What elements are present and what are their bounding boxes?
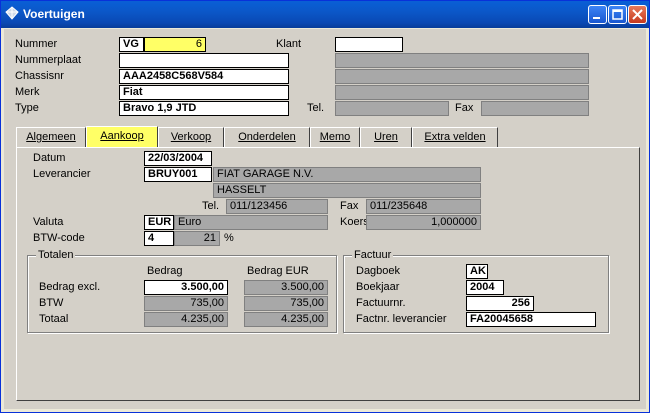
klant-address-field	[335, 69, 589, 84]
btw-code-label: BTW-code	[33, 232, 85, 244]
btw-pct-field: 21	[174, 231, 220, 246]
minimize-icon	[593, 17, 600, 19]
bedrag-excl-eur-field: 3.500,00	[244, 280, 328, 295]
window: Voertuigen Nummer VG 6 Nummerplaat Chass…	[0, 0, 650, 413]
btw-label: BTW	[39, 297, 64, 309]
window-title: Voertuigen	[23, 7, 85, 21]
nummer-field[interactable]: 6	[144, 37, 206, 52]
koers-field: 1,000000	[366, 215, 481, 230]
bedrag-eur-column-header: Bedrag EUR	[247, 265, 309, 277]
boekjaar-label: Boekjaar	[356, 281, 400, 293]
tab-aankoop-label: Aankoop	[100, 130, 144, 142]
type-label: Type	[15, 102, 39, 114]
leverancier-fax-label: Fax	[340, 200, 359, 212]
boekjaar-field[interactable]: 2004	[466, 280, 504, 295]
chassisnr-label: Chassisnr	[15, 70, 64, 82]
tab-algemeen[interactable]: Algemeen	[16, 127, 86, 147]
factuur-title: Factuur	[352, 249, 394, 261]
klant-tel-field	[335, 101, 449, 116]
tab-extra-velden[interactable]: Extra velden	[412, 127, 498, 147]
totaal-bedrag-eur-field: 4.235,00	[244, 312, 328, 327]
leverancier-label: Leverancier	[33, 168, 91, 180]
tab-uren-label: Uren	[374, 131, 398, 143]
klant-city-field	[335, 85, 589, 100]
klant-name-field	[335, 53, 589, 68]
koers-label: Koers	[340, 216, 369, 228]
tab-onderdelen-label: Onderdelen	[238, 131, 296, 143]
type-field[interactable]: Bravo 1,9 JTD	[119, 101, 289, 116]
tab-verkoop-label: Verkoop	[170, 131, 212, 143]
btw-pct-sign: %	[224, 232, 234, 244]
klant-label: Klant	[276, 38, 302, 50]
datum-field[interactable]: 22/03/2004	[144, 151, 212, 166]
factnr-leverancier-field[interactable]: FA20045658	[466, 312, 596, 327]
factuurnr-field[interactable]: 256	[466, 296, 534, 311]
factuurnr-label: Factuurnr.	[356, 297, 406, 309]
valuta-name-field: Euro	[174, 215, 328, 230]
klant-tel-label: Tel.	[307, 102, 325, 114]
merk-field[interactable]: Fiat	[119, 85, 289, 100]
chassisnr-field[interactable]: AAA2458C568V584	[119, 69, 289, 84]
tab-extra-velden-label: Extra velden	[424, 131, 486, 143]
leverancier-city-field: HASSELT	[213, 183, 481, 198]
minimize-button[interactable]	[588, 5, 607, 24]
form-area: Nummer VG 6 Nummerplaat Chassisnr AAA245…	[4, 29, 646, 409]
valuta-label: Valuta	[33, 216, 64, 228]
nummerplaat-field[interactable]	[119, 53, 289, 68]
leverancier-tel-label: Tel.	[202, 200, 220, 212]
tab-algemeen-label: Algemeen	[26, 131, 76, 143]
leverancier-fax-field: 011/235648	[366, 199, 481, 214]
tab-aankoop[interactable]: Aankoop	[86, 126, 158, 147]
merk-label: Merk	[15, 86, 40, 98]
btw-bedrag-field: 735,00	[144, 296, 228, 311]
totaal-bedrag-field: 4.235,00	[144, 312, 228, 327]
nummer-label: Nummer	[15, 38, 58, 50]
btw-code-field[interactable]: 4	[144, 231, 174, 246]
klant-fax-label: Fax	[455, 102, 474, 114]
factnr-leverancier-label: Factnr. leverancier	[356, 313, 447, 325]
title-bar[interactable]: Voertuigen	[1, 1, 649, 28]
nummerplaat-label: Nummerplaat	[15, 54, 82, 66]
klant-fax-field	[481, 101, 589, 116]
tab-onderdelen[interactable]: Onderdelen	[224, 127, 310, 147]
tab-memo[interactable]: Memo	[310, 127, 360, 147]
leverancier-name-field: FIAT GARAGE N.V.	[213, 167, 481, 182]
leverancier-tel-field: 011/123456	[226, 199, 328, 214]
tab-memo-label: Memo	[319, 131, 351, 143]
bedrag-column-header: Bedrag	[147, 265, 183, 277]
dagboek-label: Dagboek	[356, 265, 401, 277]
diamond-app-icon	[5, 6, 19, 20]
datum-label: Datum	[33, 152, 66, 164]
totaal-label: Totaal	[39, 313, 69, 325]
klant-field[interactable]	[335, 37, 403, 52]
totalen-title: Totalen	[36, 249, 76, 261]
dagboek-field[interactable]: AK	[466, 264, 488, 279]
maximize-button[interactable]	[608, 5, 627, 24]
bedrag-excl-field[interactable]: 3.500,00	[144, 280, 228, 295]
maximize-icon	[612, 9, 623, 20]
tab-uren[interactable]: Uren	[360, 127, 412, 147]
bedrag-excl-label: Bedrag excl.	[39, 281, 101, 293]
btw-bedrag-eur-field: 735,00	[244, 296, 328, 311]
close-icon	[632, 9, 643, 20]
leverancier-code-field[interactable]: BRUY001	[144, 167, 212, 182]
nummer-prefix-field[interactable]: VG	[119, 37, 144, 52]
valuta-code-field[interactable]: EUR	[144, 215, 174, 230]
close-button[interactable]	[628, 5, 647, 24]
tab-verkoop[interactable]: Verkoop	[158, 127, 224, 147]
